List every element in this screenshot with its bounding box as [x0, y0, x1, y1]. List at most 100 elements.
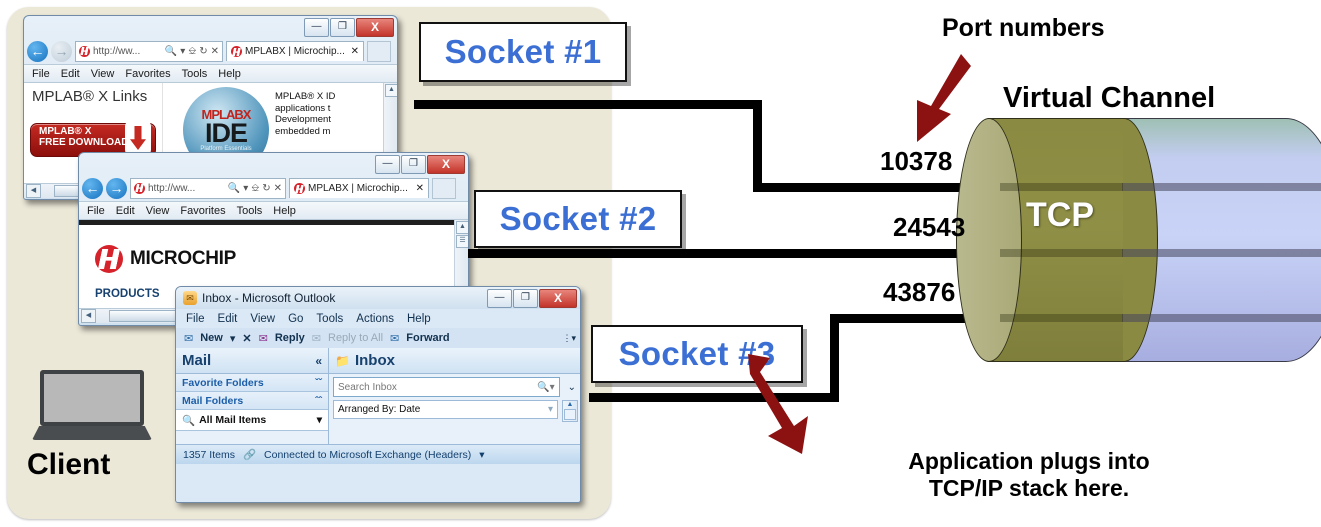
- menu-favorites[interactable]: Favorites: [125, 68, 170, 80]
- menu-help[interactable]: Help: [407, 313, 431, 325]
- chevron-down-icon[interactable]: ▾: [180, 46, 185, 57]
- search-icon[interactable]: 🔍: [165, 46, 177, 57]
- chevron-up-icon[interactable]: ˆˆ: [315, 395, 322, 407]
- scroll-thumb[interactable]: [564, 409, 576, 420]
- reply-icon[interactable]: ✉: [259, 332, 268, 345]
- menu-favorites[interactable]: Favorites: [180, 205, 225, 217]
- stop-icon[interactable]: ✕: [211, 46, 219, 57]
- menu-help[interactable]: Help: [273, 205, 296, 217]
- favorite-folders-row[interactable]: Favorite Folders ˇˇ: [176, 374, 328, 392]
- message-list-scrollbar[interactable]: ▲: [562, 400, 578, 422]
- socket-2-box[interactable]: Socket #2: [474, 190, 682, 248]
- outlook-toolbar[interactable]: ✉ New ▾ ✕ ✉ Reply ✉ Reply to All ✉ Forwa…: [176, 328, 580, 348]
- chevron-down-icon[interactable]: ˇˇ: [315, 377, 322, 389]
- browser1-menubar[interactable]: File Edit View Favorites Tools Help: [24, 64, 397, 83]
- socket-1-box[interactable]: Socket #1: [419, 22, 627, 82]
- browser1-window-buttons[interactable]: — ❐ X: [304, 18, 394, 37]
- menu-edit[interactable]: Edit: [116, 205, 135, 217]
- connection-dropdown-icon[interactable]: ▾: [479, 449, 484, 461]
- tab-close-icon[interactable]: ✕: [351, 46, 359, 57]
- refresh-icon[interactable]: ↻: [199, 46, 207, 57]
- menu-view[interactable]: View: [250, 313, 275, 325]
- address-bar[interactable]: http://ww... 🔍 ▾ ⎒ ↻ ✕: [130, 177, 286, 199]
- delete-button[interactable]: ✕: [242, 332, 251, 345]
- menu-actions[interactable]: Actions: [356, 313, 394, 325]
- browser1-titlebar[interactable]: — ❐ X: [24, 16, 397, 38]
- search-icon[interactable]: 🔍: [228, 183, 240, 194]
- outlook-window[interactable]: ✉ Inbox - Microsoft Outlook — ❐ X File E…: [175, 286, 581, 503]
- menu-view[interactable]: View: [146, 205, 170, 217]
- expand-query-icon[interactable]: ⌄: [564, 382, 580, 393]
- new-button[interactable]: New: [200, 332, 223, 344]
- compat-view-icon[interactable]: ⎒: [251, 183, 259, 194]
- nav-products[interactable]: PRODUCTS: [95, 288, 160, 300]
- menu-tools[interactable]: Tools: [182, 68, 208, 80]
- search-icon[interactable]: 🔍: [537, 382, 549, 393]
- maximize-button[interactable]: ❐: [513, 289, 538, 308]
- address-bar[interactable]: http://ww... 🔍 ▾ ⎒ ↻ ✕: [75, 40, 223, 62]
- forward-icon[interactable]: →: [51, 40, 72, 62]
- scroll-left-icon[interactable]: ◀: [81, 309, 96, 323]
- arranged-by-dropdown-icon[interactable]: ▾: [548, 404, 553, 415]
- new-tab-button[interactable]: [367, 40, 391, 62]
- menu-file[interactable]: File: [87, 205, 105, 217]
- browser2-titlebar[interactable]: — ❐ X: [79, 153, 468, 175]
- minimize-button[interactable]: —: [304, 18, 329, 37]
- menu-edit[interactable]: Edit: [218, 313, 238, 325]
- maximize-button[interactable]: ❐: [401, 155, 426, 174]
- menu-view[interactable]: View: [91, 68, 115, 80]
- new-dropdown-icon[interactable]: ▾: [230, 332, 236, 345]
- tcp-label: TCP: [1026, 196, 1094, 234]
- new-tab-button[interactable]: [432, 177, 456, 199]
- reply-all-button[interactable]: Reply to All: [328, 332, 383, 344]
- menu-tools[interactable]: Tools: [237, 205, 263, 217]
- mail-folders-row[interactable]: Mail Folders ˆˆ: [176, 392, 328, 410]
- scroll-left-icon[interactable]: ◀: [26, 184, 41, 198]
- minimize-button[interactable]: —: [487, 289, 512, 308]
- scroll-thumb-icon[interactable]: ☰: [456, 235, 468, 248]
- browser2-window-buttons[interactable]: — ❐ X: [375, 155, 465, 174]
- tab-close-icon[interactable]: ✕: [416, 183, 424, 194]
- forward-icon[interactable]: →: [106, 177, 127, 199]
- scroll-up-icon[interactable]: ▲: [563, 401, 577, 408]
- menu-file[interactable]: File: [186, 313, 205, 325]
- new-mail-icon[interactable]: ✉: [184, 332, 193, 345]
- menu-tools[interactable]: Tools: [316, 313, 343, 325]
- menu-help[interactable]: Help: [218, 68, 241, 80]
- reply-button[interactable]: Reply: [275, 332, 305, 344]
- browser1-navigation-bar[interactable]: ← → http://ww... 🔍 ▾ ⎒ ↻ ✕ MPLABX | Micr…: [24, 38, 397, 64]
- browser-tab[interactable]: MPLABX | Microchip... ✕: [226, 41, 364, 61]
- all-mail-dropdown-icon[interactable]: ▾: [317, 414, 322, 426]
- back-icon[interactable]: ←: [82, 177, 103, 199]
- collapse-pane-icon[interactable]: «: [315, 354, 322, 368]
- refresh-icon[interactable]: ↻: [262, 183, 270, 194]
- close-button[interactable]: X: [356, 18, 394, 37]
- scroll-up-icon[interactable]: ▲: [385, 84, 397, 97]
- outlook-window-buttons[interactable]: — ❐ X: [487, 289, 577, 308]
- close-button[interactable]: X: [539, 289, 577, 308]
- browser2-menubar[interactable]: File Edit View Favorites Tools Help: [79, 201, 468, 220]
- arranged-by-selector[interactable]: Arranged By: Date ▾: [333, 400, 558, 419]
- forward-button[interactable]: Forward: [406, 332, 449, 344]
- menu-edit[interactable]: Edit: [61, 68, 80, 80]
- toolbar-overflow-icon[interactable]: ⋮▾: [562, 333, 576, 344]
- chevron-down-icon[interactable]: ▾: [243, 183, 248, 194]
- outlook-menubar[interactable]: File Edit View Go Tools Actions Help: [176, 309, 580, 328]
- search-dropdown-icon[interactable]: ▾: [550, 382, 555, 393]
- outlook-titlebar[interactable]: ✉ Inbox - Microsoft Outlook — ❐ X: [176, 287, 580, 309]
- maximize-button[interactable]: ❐: [330, 18, 355, 37]
- browser-tab[interactable]: MPLABX | Microchip... ✕: [289, 178, 429, 198]
- all-mail-items-row[interactable]: 🔍 All Mail Items ▾: [176, 410, 328, 431]
- minimize-button[interactable]: —: [375, 155, 400, 174]
- menu-file[interactable]: File: [32, 68, 50, 80]
- back-icon[interactable]: ←: [27, 40, 48, 62]
- compat-view-icon[interactable]: ⎒: [188, 46, 196, 57]
- forward-icon[interactable]: ✉: [390, 332, 399, 345]
- browser2-navigation-bar[interactable]: ← → http://ww... 🔍 ▾ ⎒ ↻ ✕ MPLABX | Micr…: [79, 175, 468, 201]
- close-button[interactable]: X: [427, 155, 465, 174]
- menu-go[interactable]: Go: [288, 313, 303, 325]
- search-inbox-input[interactable]: Search Inbox 🔍 ▾: [333, 377, 560, 397]
- scroll-up-icon[interactable]: ▲: [456, 221, 468, 234]
- stop-icon[interactable]: ✕: [274, 183, 282, 194]
- channel-stripe-3: [1122, 314, 1321, 322]
